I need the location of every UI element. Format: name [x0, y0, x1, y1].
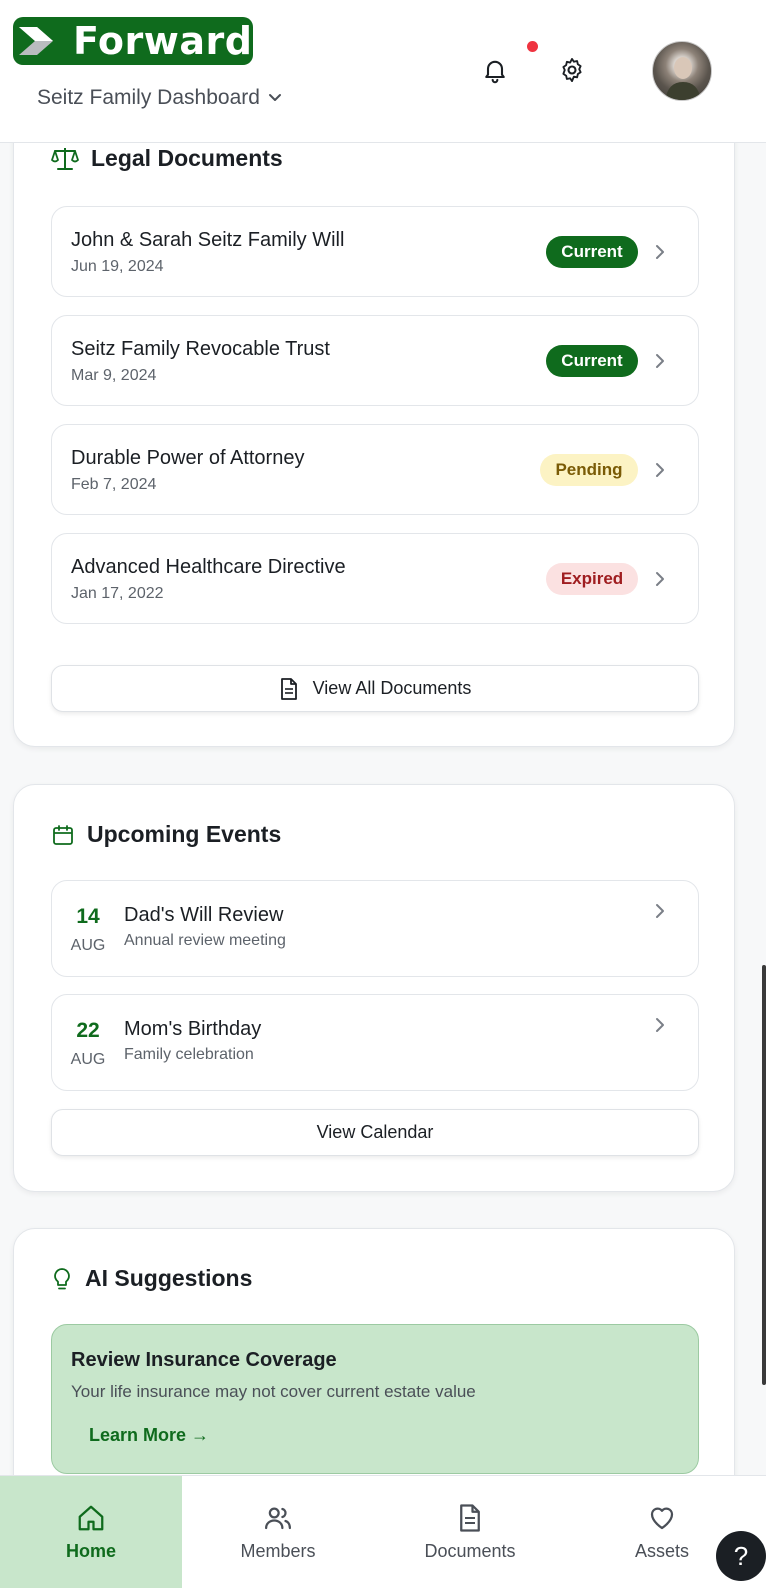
event-title: Dad's Will Review [124, 904, 284, 926]
learn-more-link[interactable]: Learn More → [89, 1425, 209, 1446]
suggestion-card[interactable]: Review Insurance Coverage Your life insu… [51, 1324, 699, 1474]
event-month: AUG [70, 1051, 106, 1068]
status-badge: Expired [546, 563, 638, 595]
view-all-documents-label: View All Documents [312, 678, 472, 698]
chevron-right-icon [656, 572, 664, 586]
home-icon [78, 1505, 104, 1531]
app-header: Forward Seitz Family Dashboard [0, 0, 766, 143]
document-name: John & Sarah Seitz Family Will [71, 229, 345, 251]
lightbulb-icon [54, 1267, 70, 1289]
logo-text: Forward [73, 19, 253, 63]
users-icon [265, 1507, 291, 1530]
nav-home[interactable]: Home [0, 1476, 182, 1588]
nav-documents[interactable]: Documents [374, 1476, 566, 1588]
view-calendar-button[interactable]: View Calendar [51, 1109, 699, 1156]
event-month: AUG [70, 937, 106, 954]
chevron-right-icon [656, 1018, 664, 1032]
nav-members[interactable]: Members [182, 1476, 374, 1588]
event-row[interactable]: 22 AUG Mom's Birthday Family celebration [51, 994, 699, 1091]
upcoming-events-title: Upcoming Events [87, 821, 282, 847]
nav-assets-label: Assets [634, 1541, 690, 1561]
heart-icon [650, 1507, 674, 1530]
forward-logo[interactable]: Forward [13, 17, 253, 65]
event-day: 22 [76, 1019, 100, 1042]
document-icon [460, 1504, 480, 1532]
legal-documents-card: Legal Documents John & Sarah Seitz Famil… [13, 110, 735, 747]
help-button[interactable]: ? [716, 1531, 766, 1581]
status-badge: Current [546, 236, 638, 268]
document-name: Durable Power of Attorney [71, 447, 305, 469]
legal-documents-title: Legal Documents [91, 145, 283, 171]
document-row[interactable]: Seitz Family Revocable Trust Mar 9, 2024… [51, 315, 699, 406]
chevron-right-icon [656, 354, 664, 368]
forward-arrow-icon [13, 17, 69, 65]
nav-members-label: Members [240, 1541, 316, 1561]
nav-documents-label: Documents [424, 1541, 516, 1561]
dashboard-selector[interactable]: Seitz Family Dashboard [37, 86, 282, 110]
event-row[interactable]: 14 AUG Dad's Will Review Annual review m… [51, 880, 699, 977]
view-all-documents-button[interactable]: View All Documents [51, 665, 699, 712]
chevron-right-icon [656, 904, 664, 918]
status-badge: Pending [540, 454, 638, 486]
notification-dot [527, 41, 538, 52]
bell-icon[interactable] [481, 56, 509, 84]
event-day: 14 [76, 905, 100, 928]
dashboard-name: Seitz Family Dashboard [37, 86, 260, 109]
status-badge: Current [546, 345, 638, 377]
scale-icon [51, 147, 79, 170]
gear-icon[interactable] [558, 56, 586, 84]
event-subtitle: Family celebration [124, 1046, 254, 1063]
calendar-icon [53, 824, 73, 845]
nav-home-label: Home [65, 1541, 116, 1561]
document-date: Mar 9, 2024 [71, 367, 157, 384]
document-row[interactable]: Advanced Healthcare Directive Jan 17, 20… [51, 533, 699, 624]
upcoming-events-header: Upcoming Events [51, 821, 281, 848]
ai-suggestions-title: AI Suggestions [85, 1265, 253, 1291]
document-icon [280, 677, 297, 700]
chevron-down-icon [268, 94, 281, 101]
event-subtitle: Annual review meeting [124, 932, 286, 949]
document-name: Advanced Healthcare Directive [71, 556, 346, 578]
document-date: Feb 7, 2024 [71, 476, 157, 493]
event-title: Mom's Birthday [124, 1018, 262, 1040]
document-date: Jun 19, 2024 [71, 258, 164, 275]
help-label: ? [733, 1540, 749, 1571]
legal-documents-header: Legal Documents [51, 145, 283, 172]
user-avatar[interactable] [652, 41, 712, 101]
suggestion-title: Review Insurance Coverage [71, 1349, 337, 1371]
bottom-navigation: Home Members Documents Assets [0, 1475, 766, 1588]
document-name: Seitz Family Revocable Trust [71, 338, 330, 360]
chevron-right-icon [656, 463, 664, 477]
scrollbar[interactable] [762, 965, 766, 1385]
document-row[interactable]: Durable Power of Attorney Feb 7, 2024 Pe… [51, 424, 699, 515]
view-calendar-label: View Calendar [316, 1122, 434, 1142]
ai-suggestions-header: AI Suggestions [51, 1265, 252, 1292]
chevron-right-icon [656, 245, 664, 259]
upcoming-events-card: Upcoming Events 14 AUG Dad's Will Review… [13, 784, 735, 1192]
suggestion-body: Your life insurance may not cover curren… [71, 1382, 476, 1401]
document-row[interactable]: John & Sarah Seitz Family Will Jun 19, 2… [51, 206, 699, 297]
document-date: Jan 17, 2022 [71, 585, 164, 602]
